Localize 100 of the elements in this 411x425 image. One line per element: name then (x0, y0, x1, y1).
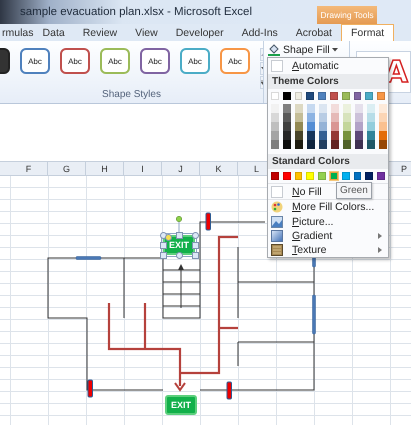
door-marker (206, 212, 211, 230)
ribbon-tab[interactable]: rmulas (2, 24, 34, 41)
paint-bucket-icon (267, 44, 281, 56)
color-swatch[interactable] (379, 113, 387, 122)
color-swatch[interactable] (355, 140, 363, 150)
color-swatch[interactable] (367, 131, 375, 140)
color-swatch[interactable] (319, 122, 327, 132)
section-heading: Theme Colors (268, 74, 388, 90)
color-swatch[interactable] (343, 104, 351, 114)
menu-item-label: No Fill (292, 186, 322, 198)
resize-handle[interactable] (176, 232, 183, 239)
color-swatch[interactable] (379, 131, 387, 140)
color-swatch[interactable] (355, 113, 363, 122)
color-swatch[interactable] (307, 113, 315, 122)
door-marker (312, 294, 316, 334)
color-swatch[interactable] (343, 131, 351, 140)
ribbon-tab[interactable]: Add-Ins (232, 24, 287, 41)
color-swatch[interactable] (295, 122, 303, 132)
color-swatch[interactable] (283, 131, 291, 140)
color-swatch[interactable] (343, 113, 351, 122)
gradient-icon (271, 230, 283, 242)
ribbon-tab[interactable]: Acrobat (286, 24, 341, 41)
color-swatch[interactable] (283, 104, 291, 114)
exit-sign: EXIT (165, 395, 197, 415)
menu-item-label: Automatic (292, 60, 339, 72)
column-header[interactable]: F (10, 162, 48, 175)
color-swatch[interactable] (319, 140, 327, 150)
color-swatch[interactable] (307, 104, 315, 114)
color-swatch[interactable] (379, 140, 387, 150)
shape-style-preset[interactable]: Abc (220, 48, 250, 74)
color-swatch[interactable] (295, 113, 303, 122)
color-swatch[interactable] (343, 140, 351, 150)
color-swatch[interactable] (355, 131, 363, 140)
door-marker (226, 382, 232, 400)
color-swatch[interactable] (367, 140, 375, 150)
submenu-arrow-icon (378, 246, 382, 253)
color-swatch[interactable] (295, 131, 303, 140)
shape-style-preset[interactable]: Abc (180, 48, 210, 74)
color-swatch[interactable] (319, 131, 327, 140)
color-swatch[interactable] (331, 140, 339, 150)
menu-item[interactable]: Texture (268, 242, 388, 257)
color-swatch[interactable] (307, 140, 315, 150)
color-swatch[interactable] (355, 122, 363, 132)
shape-style-preset[interactable]: Abc (20, 48, 50, 74)
color-swatch[interactable] (295, 104, 303, 114)
color-swatch[interactable] (271, 140, 279, 150)
color-swatch[interactable] (271, 104, 279, 114)
menu-item-label: Gradient (292, 230, 332, 242)
column-header[interactable]: J (162, 162, 200, 175)
color-swatch[interactable] (331, 113, 339, 122)
color-swatch[interactable] (319, 104, 327, 114)
section-heading: Standard Colors (268, 154, 388, 170)
menu-item[interactable]: Automatic (268, 58, 388, 74)
color-swatch[interactable] (331, 131, 339, 140)
ribbon-tab[interactable]: Data (34, 24, 74, 41)
menu-item-label: Picture... (292, 216, 334, 228)
color-swatch[interactable] (295, 140, 303, 150)
context-tab-group: Drawing Tools (317, 6, 377, 24)
color-swatch[interactable] (355, 104, 363, 114)
color-swatch[interactable] (283, 122, 291, 132)
color-swatch[interactable] (367, 113, 375, 122)
picture-icon (271, 216, 283, 228)
color-swatch[interactable] (379, 104, 387, 114)
color-swatch[interactable] (283, 140, 291, 150)
color-swatch[interactable] (283, 113, 291, 122)
column-header[interactable]: I (124, 162, 162, 175)
rotation-handle (176, 216, 182, 233)
stair-arrow (178, 264, 184, 308)
color-swatch[interactable] (271, 122, 279, 132)
shape-style-preset[interactable]: Abc (140, 48, 170, 74)
ribbon-tab[interactable]: Format (340, 24, 394, 41)
color-swatch[interactable] (271, 131, 279, 140)
column-header[interactable]: H (86, 162, 124, 175)
color-swatch[interactable] (379, 122, 387, 132)
ribbon-tab[interactable]: Review (74, 24, 126, 41)
color-swatch[interactable] (367, 122, 375, 132)
empty-swatch-icon (271, 60, 283, 72)
ribbon-tab[interactable]: Developer (166, 24, 233, 41)
column-header[interactable]: K (200, 162, 238, 175)
shape-fill-button[interactable]: Shape Fill (264, 41, 349, 59)
color-swatch[interactable] (319, 113, 327, 122)
ribbon-tab[interactable]: View (126, 24, 167, 41)
color-swatch[interactable] (307, 122, 315, 132)
color-swatch[interactable] (367, 104, 375, 114)
tooltip: Green (336, 182, 372, 199)
menu-item[interactable]: Gradient (268, 228, 388, 243)
menu-item[interactable]: Picture... (268, 214, 388, 229)
color-swatch[interactable] (331, 122, 339, 132)
submenu-arrow-icon (378, 232, 382, 239)
column-header[interactable]: G (48, 162, 86, 175)
color-swatch[interactable] (331, 104, 339, 114)
color-swatch[interactable] (343, 122, 351, 132)
color-swatch[interactable] (307, 131, 315, 140)
shape-style-preset[interactable]: Abc (60, 48, 90, 74)
door-marker (76, 256, 102, 260)
color-swatch[interactable] (330, 172, 338, 180)
texture-icon (271, 244, 283, 256)
shape-style-preset[interactable]: Abc (100, 48, 130, 74)
color-swatch[interactable] (271, 113, 279, 122)
column-header[interactable]: P (389, 162, 411, 175)
